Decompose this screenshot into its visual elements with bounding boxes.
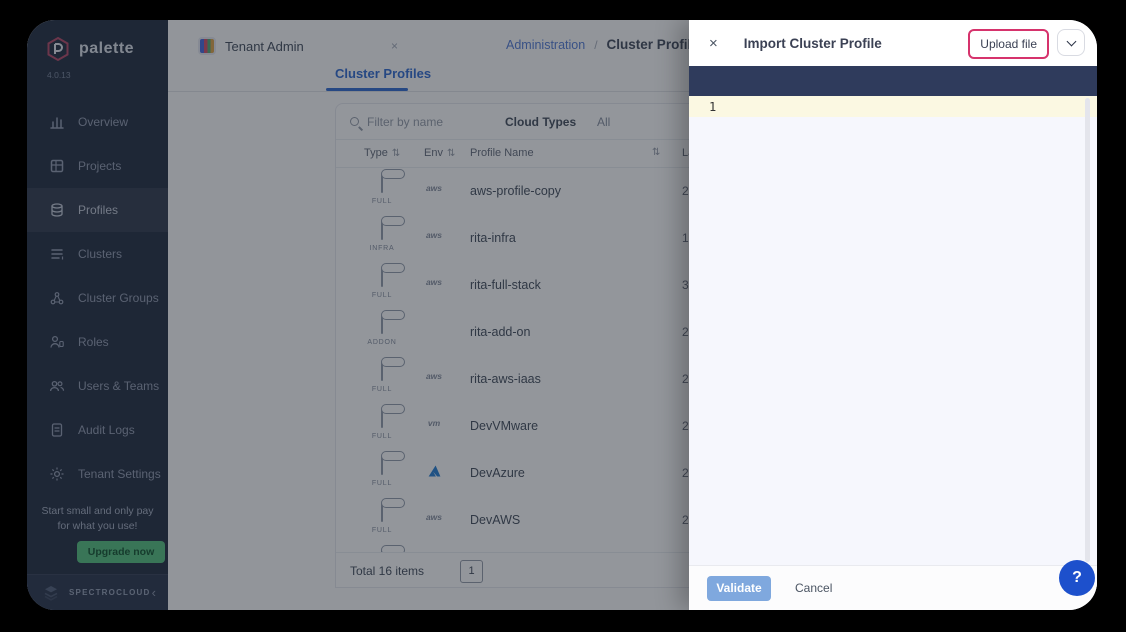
editor-active-line <box>689 96 1097 117</box>
help-button[interactable]: ? <box>1059 560 1095 596</box>
panel-title: Import Cluster Profile <box>744 36 882 51</box>
panel-footer: Validate Cancel <box>689 565 1097 610</box>
editor-toolbar <box>689 66 1097 96</box>
close-icon[interactable]: × <box>709 35 718 52</box>
upload-file-label: Upload file <box>980 37 1037 51</box>
upload-file-button[interactable]: Upload file <box>968 29 1049 59</box>
yaml-editor[interactable]: 1 <box>689 96 1097 565</box>
cancel-button[interactable]: Cancel <box>795 581 832 595</box>
app-window: palette 4.0.13 Overview Projects Profile… <box>27 20 1097 610</box>
chevron-down-icon <box>1066 36 1076 46</box>
line-number: 1 <box>709 100 716 114</box>
panel-header: × Import Cluster Profile Upload file <box>689 20 1097 66</box>
upload-options-dropdown-button[interactable] <box>1057 29 1085 56</box>
editor-scrollbar[interactable] <box>1085 98 1090 562</box>
import-cluster-profile-panel: × Import Cluster Profile Upload file 1 V… <box>689 20 1097 610</box>
validate-button[interactable]: Validate <box>707 576 771 601</box>
